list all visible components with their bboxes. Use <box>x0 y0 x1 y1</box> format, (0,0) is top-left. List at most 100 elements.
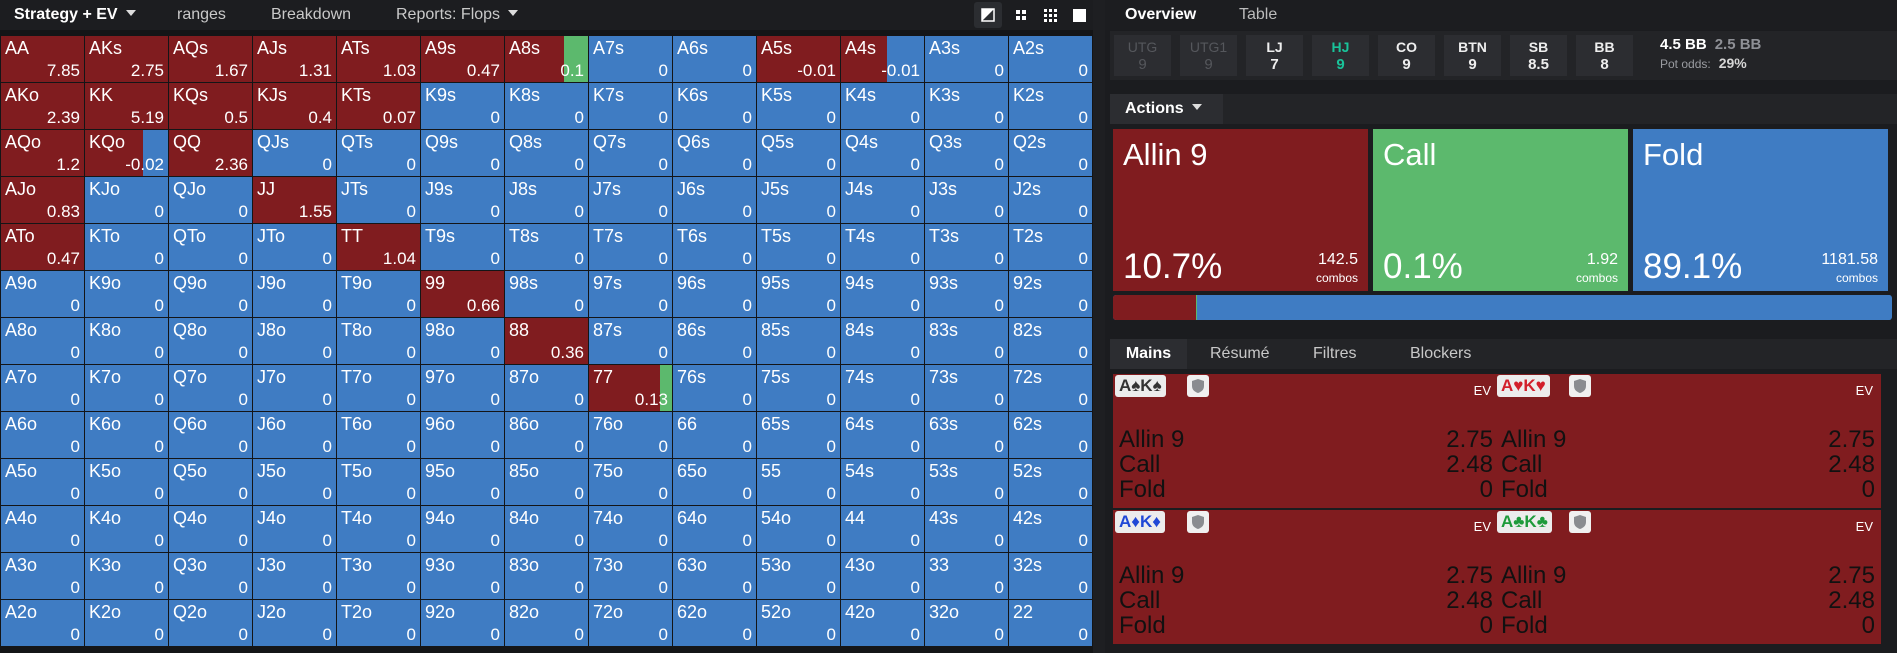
hand-cell[interactable]: 86o 0 <box>505 412 588 458</box>
hand-cell[interactable]: K2s 0 <box>1009 83 1092 129</box>
action-card-allin[interactable]: Allin 9 10.7% 142.5 combos <box>1113 129 1368 291</box>
hand-cell[interactable]: 94o 0 <box>421 506 504 552</box>
hand-cell[interactable]: AJs 1.31 <box>253 36 336 82</box>
hand-cell[interactable]: K8s 0 <box>505 83 588 129</box>
hand-cell[interactable]: 32o 0 <box>925 600 1008 646</box>
hand-cell[interactable]: K6o 0 <box>85 412 168 458</box>
position-utg1[interactable]: UTG1 9 <box>1180 35 1237 76</box>
hand-cell[interactable]: J4o 0 <box>253 506 336 552</box>
hand-cell[interactable]: 64o 0 <box>673 506 756 552</box>
hand-cell[interactable]: T2s 0 <box>1009 224 1092 270</box>
hand-cell[interactable]: T2o 0 <box>337 600 420 646</box>
hand-cell[interactable]: 97s 0 <box>589 271 672 317</box>
hand-cell[interactable]: J5s 0 <box>757 177 840 223</box>
tab-mains[interactable]: Mains <box>1110 339 1187 369</box>
hand-cell[interactable]: 63o 0 <box>673 553 756 599</box>
action-card-call[interactable]: Call 0.1% 1.92 combos <box>1373 129 1628 291</box>
hand-cell[interactable]: K7o 0 <box>85 365 168 411</box>
hand-cell[interactable]: 99 0.66 <box>421 271 504 317</box>
tab-table[interactable]: Table <box>1239 0 1277 30</box>
hand-cell[interactable]: 66 0 <box>673 412 756 458</box>
hand-cell[interactable]: 43s 0 <box>925 506 1008 552</box>
hand-cell[interactable]: A9s 0.47 <box>421 36 504 82</box>
hand-cell[interactable]: Q6s 0 <box>673 130 756 176</box>
actions-dropdown[interactable]: Actions <box>1110 94 1223 124</box>
shield-icon[interactable] <box>1569 511 1591 533</box>
hand-cell[interactable]: J2s 0 <box>1009 177 1092 223</box>
tab-blockers[interactable]: Blockers <box>1410 339 1471 369</box>
hand-cell[interactable]: A7s 0 <box>589 36 672 82</box>
hand-cell[interactable]: A4s -0.01 <box>841 36 924 82</box>
hand-cell[interactable]: 77 0.13 <box>589 365 672 411</box>
hand-cell[interactable]: Q4o 0 <box>169 506 252 552</box>
single-view-button[interactable] <box>1065 2 1093 28</box>
hand-cell[interactable]: 65o 0 <box>673 459 756 505</box>
hand-cell[interactable]: 94s 0 <box>841 271 924 317</box>
hand-cell[interactable]: 83s 0 <box>925 318 1008 364</box>
hand-cell[interactable]: 76o 0 <box>589 412 672 458</box>
hand-cell[interactable]: K9s 0 <box>421 83 504 129</box>
hand-cell[interactable]: 85s 0 <box>757 318 840 364</box>
tab-resume[interactable]: Résumé <box>1210 339 1270 369</box>
position-btn[interactable]: BTN 9 <box>1444 35 1501 76</box>
hand-cell[interactable]: A4o 0 <box>1 506 84 552</box>
hand-cell[interactable]: KQs 0.5 <box>169 83 252 129</box>
ranges-tab[interactable]: ranges <box>177 0 226 30</box>
hand-cell[interactable]: 83o 0 <box>505 553 588 599</box>
hand-cell[interactable]: J3s 0 <box>925 177 1008 223</box>
hand-cell[interactable]: J2o 0 <box>253 600 336 646</box>
hand-cell[interactable]: KK 5.19 <box>85 83 168 129</box>
hand-cell[interactable]: JTo 0 <box>253 224 336 270</box>
hand-cell[interactable]: 52s 0 <box>1009 459 1092 505</box>
hand-cell[interactable]: 55 0 <box>757 459 840 505</box>
hand-cell[interactable]: T4o 0 <box>337 506 420 552</box>
hand-cell[interactable]: 44 0 <box>841 506 924 552</box>
breakdown-tab[interactable]: Breakdown <box>271 0 351 30</box>
hand-cell[interactable]: KTs 0.07 <box>337 83 420 129</box>
shield-icon[interactable] <box>1569 375 1591 397</box>
position-utg[interactable]: UTG 9 <box>1114 35 1171 76</box>
hand-cell[interactable]: 42s 0 <box>1009 506 1092 552</box>
hand-cell[interactable]: Q6o 0 <box>169 412 252 458</box>
hand-cell[interactable]: Q8o 0 <box>169 318 252 364</box>
hand-cell[interactable]: T3o 0 <box>337 553 420 599</box>
hand-cell[interactable]: 97o 0 <box>421 365 504 411</box>
hand-cell[interactable]: 93s 0 <box>925 271 1008 317</box>
hand-cell[interactable]: Q2o 0 <box>169 600 252 646</box>
hand-cell[interactable]: 43o 0 <box>841 553 924 599</box>
hand-cell[interactable]: T8s 0 <box>505 224 588 270</box>
hand-cell[interactable]: 95s 0 <box>757 271 840 317</box>
hand-cell[interactable]: 22 0 <box>1009 600 1092 646</box>
hand-cell[interactable]: T8o 0 <box>337 318 420 364</box>
hand-cell[interactable]: Q2s 0 <box>1009 130 1092 176</box>
hand-cell[interactable]: T7s 0 <box>589 224 672 270</box>
pane-divider[interactable] <box>1093 0 1105 653</box>
contrast-toggle-button[interactable] <box>974 2 1002 28</box>
hand-cell[interactable]: A5s -0.01 <box>757 36 840 82</box>
hand-cell[interactable]: 82o 0 <box>505 600 588 646</box>
shield-icon[interactable] <box>1187 375 1209 397</box>
hand-cell[interactable]: AA 7.85 <box>1 36 84 82</box>
hand-cell[interactable]: J3o 0 <box>253 553 336 599</box>
hand-cell[interactable]: K9o 0 <box>85 271 168 317</box>
combo-panel[interactable]: A♠K♠ EV Allin 9 2.75 Call 2.48 Fold 0 <box>1113 374 1499 508</box>
hand-cell[interactable]: 72o 0 <box>589 600 672 646</box>
hand-cell[interactable]: JTs 0 <box>337 177 420 223</box>
hand-cell[interactable]: 73o 0 <box>589 553 672 599</box>
hand-cell[interactable]: K7s 0 <box>589 83 672 129</box>
hand-cell[interactable]: 96o 0 <box>421 412 504 458</box>
hand-cell[interactable]: ATo 0.47 <box>1 224 84 270</box>
hand-cell[interactable]: A2o 0 <box>1 600 84 646</box>
hand-cell[interactable]: 84s 0 <box>841 318 924 364</box>
hand-cell[interactable]: A5o 0 <box>1 459 84 505</box>
hand-cell[interactable]: Q9o 0 <box>169 271 252 317</box>
hand-cell[interactable]: 53o 0 <box>757 553 840 599</box>
hand-cell[interactable]: AQs 1.67 <box>169 36 252 82</box>
hand-cell[interactable]: 75o 0 <box>589 459 672 505</box>
hand-cell[interactable]: Q3o 0 <box>169 553 252 599</box>
position-lj[interactable]: LJ 7 <box>1246 35 1303 76</box>
compact-view-button[interactable] <box>1007 2 1035 28</box>
hand-cell[interactable]: J7s 0 <box>589 177 672 223</box>
hand-cell[interactable]: Q4s 0 <box>841 130 924 176</box>
position-co[interactable]: CO 9 <box>1378 35 1435 76</box>
